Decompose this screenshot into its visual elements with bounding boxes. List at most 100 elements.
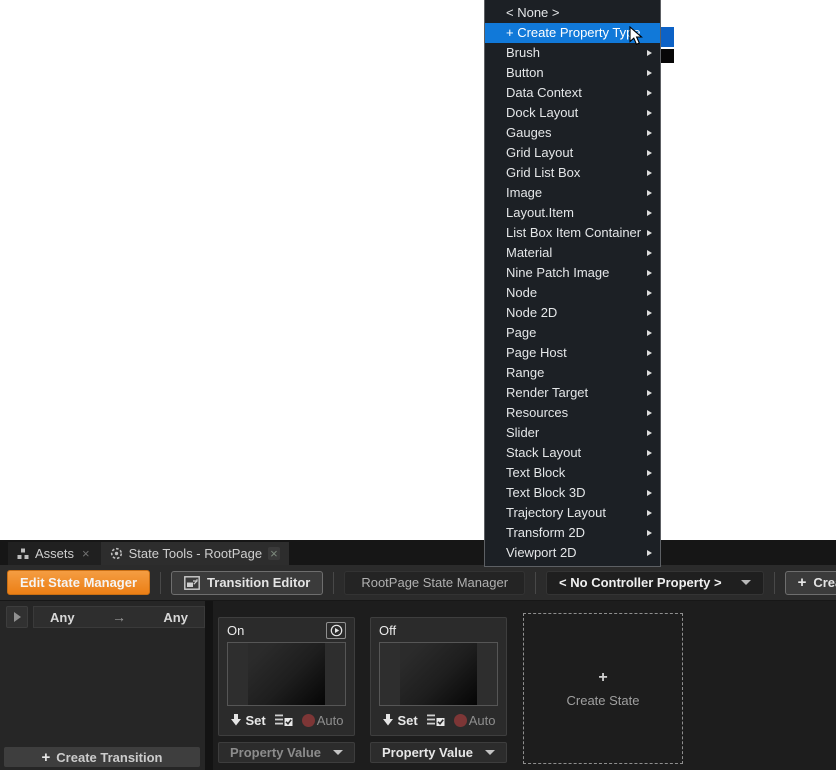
submenu-arrow-icon — [647, 310, 652, 316]
set-state-button[interactable]: Set — [230, 713, 266, 728]
submenu-arrow-icon — [647, 350, 652, 356]
submenu-arrow-icon — [647, 470, 652, 476]
menu-item-node[interactable]: Node — [485, 283, 660, 303]
menu-item-gauges[interactable]: Gauges — [485, 123, 660, 143]
create-state-label: Create State — [567, 693, 640, 708]
set-label: Set — [398, 713, 418, 728]
panel-splitter[interactable] — [205, 601, 213, 770]
menu-item-label: Node — [506, 285, 537, 300]
controller-property-dropdown[interactable]: < No Controller Property > — [546, 571, 764, 595]
controller-property-value: < No Controller Property > — [559, 575, 722, 590]
menu-item-range[interactable]: Range — [485, 363, 660, 383]
menu-item-grid-layout[interactable]: Grid Layout — [485, 143, 660, 163]
menu-item-layout-item[interactable]: Layout.Item — [485, 203, 660, 223]
menu-item-resources[interactable]: Resources — [485, 403, 660, 423]
menu-item-dock-layout[interactable]: Dock Layout — [485, 103, 660, 123]
transition-row[interactable]: Any → Any — [33, 606, 205, 628]
menu-item-trajectory-layout[interactable]: Trajectory Layout — [485, 503, 660, 523]
tab-assets[interactable]: Assets × — [8, 542, 101, 565]
menu-item-viewport-2d[interactable]: Viewport 2D — [485, 543, 660, 563]
menu-item-label: Node 2D — [506, 305, 557, 320]
edit-state-manager-button[interactable]: Edit State Manager — [7, 570, 150, 595]
state-preview-thumbnail — [227, 642, 346, 706]
thumb-strip — [477, 643, 497, 705]
menu-item-data-context[interactable]: Data Context — [485, 83, 660, 103]
submenu-arrow-icon — [647, 90, 652, 96]
menu-item-text-block-3d[interactable]: Text Block 3D — [485, 483, 660, 503]
menu-item-page-host[interactable]: Page Host — [485, 343, 660, 363]
menu-item-label: Image — [506, 185, 542, 200]
auto-toggle[interactable]: Auto — [302, 713, 344, 728]
menu-item-node-2d[interactable]: Node 2D — [485, 303, 660, 323]
submenu-arrow-icon — [647, 370, 652, 376]
menu-item-label: Trajectory Layout — [506, 505, 606, 520]
auto-toggle[interactable]: Auto — [454, 713, 496, 728]
menu-item-image[interactable]: Image — [485, 183, 660, 203]
toolbar-separator — [774, 572, 775, 594]
tab-state-tools[interactable]: State Tools - RootPage × — [101, 542, 289, 565]
property-value-dropdown-off[interactable]: Property Value — [370, 742, 507, 763]
state-manager-name-text: RootPage State Manager — [361, 575, 508, 590]
menu-item-label: Material — [506, 245, 552, 260]
menu-item-label: Nine Patch Image — [506, 265, 609, 280]
menu-item-label: Text Block 3D — [506, 485, 585, 500]
property-value-dropdown-on[interactable]: Property Value — [218, 742, 355, 763]
set-state-button[interactable]: Set — [382, 713, 418, 728]
property-value-label: Property Value — [382, 745, 473, 760]
occluded-widget-highlight — [660, 27, 674, 47]
thumb-strip — [325, 643, 345, 705]
menu-item-text-block[interactable]: Text Block — [485, 463, 660, 483]
menu-item-brush[interactable]: Brush — [485, 43, 660, 63]
transition-editor-button[interactable]: Transition Editor — [171, 571, 323, 595]
menu-item-transform-2d[interactable]: Transform 2D — [485, 523, 660, 543]
transition-arrow-icon: → — [91, 609, 148, 625]
transition-to: Any — [147, 610, 204, 625]
transition-expander-button[interactable] — [6, 606, 28, 628]
create-transition-label: Create Transition — [56, 750, 162, 765]
submenu-arrow-icon — [647, 50, 652, 56]
state-tools-content: Any → Any + Create Transition On — [0, 600, 836, 770]
submenu-arrow-icon — [647, 430, 652, 436]
apply-properties-icon[interactable] — [275, 714, 293, 727]
apply-properties-icon[interactable] — [427, 714, 445, 727]
thumb-center — [248, 643, 325, 705]
menu-item-label: Text Block — [506, 465, 565, 480]
create-state-group-button[interactable]: + Create State Group — [785, 571, 836, 595]
chevron-down-icon — [485, 750, 495, 755]
thumb-strip — [380, 643, 400, 705]
close-icon[interactable]: × — [80, 547, 92, 560]
submenu-arrow-icon — [647, 530, 652, 536]
submenu-arrow-icon — [647, 390, 652, 396]
occluded-widget-fragment — [660, 49, 674, 63]
menu-item-grid-list-box[interactable]: Grid List Box — [485, 163, 660, 183]
menu-item-none[interactable]: < None > — [485, 3, 660, 23]
menu-item-label: Stack Layout — [506, 445, 581, 460]
menu-item-label: Data Context — [506, 85, 582, 100]
transition-from: Any — [34, 610, 91, 625]
menu-item-slider[interactable]: Slider — [485, 423, 660, 443]
set-arrow-icon — [382, 714, 394, 726]
go-to-state-button[interactable] — [326, 622, 346, 639]
transitions-panel: Any → Any + Create Transition — [0, 601, 205, 770]
menu-item-nine-patch-image[interactable]: Nine Patch Image — [485, 263, 660, 283]
state-card-footer: Set Auto — [371, 706, 506, 734]
auto-indicator-icon — [302, 714, 315, 727]
menu-item-stack-layout[interactable]: Stack Layout — [485, 443, 660, 463]
menu-item-page[interactable]: Page — [485, 323, 660, 343]
tab-label: State Tools - RootPage — [129, 546, 262, 561]
state-card-on[interactable]: On — [218, 617, 355, 736]
close-icon[interactable]: × — [268, 547, 280, 560]
menu-item-button[interactable]: Button — [485, 63, 660, 83]
menu-item-label: Page Host — [506, 345, 567, 360]
menu-item-render-target[interactable]: Render Target — [485, 383, 660, 403]
state-card-off[interactable]: Off Set — [370, 617, 507, 736]
submenu-arrow-icon — [647, 150, 652, 156]
create-transition-button[interactable]: + Create Transition — [4, 747, 200, 767]
menu-item-label: Range — [506, 365, 544, 380]
menu-item-material[interactable]: Material — [485, 243, 660, 263]
create-state-group-label: Create State Group — [813, 575, 836, 590]
submenu-arrow-icon — [647, 110, 652, 116]
transition-editor-icon — [184, 576, 200, 590]
menu-item-list-box-item-container[interactable]: List Box Item Container — [485, 223, 660, 243]
create-state-button[interactable]: + Create State — [523, 613, 683, 764]
